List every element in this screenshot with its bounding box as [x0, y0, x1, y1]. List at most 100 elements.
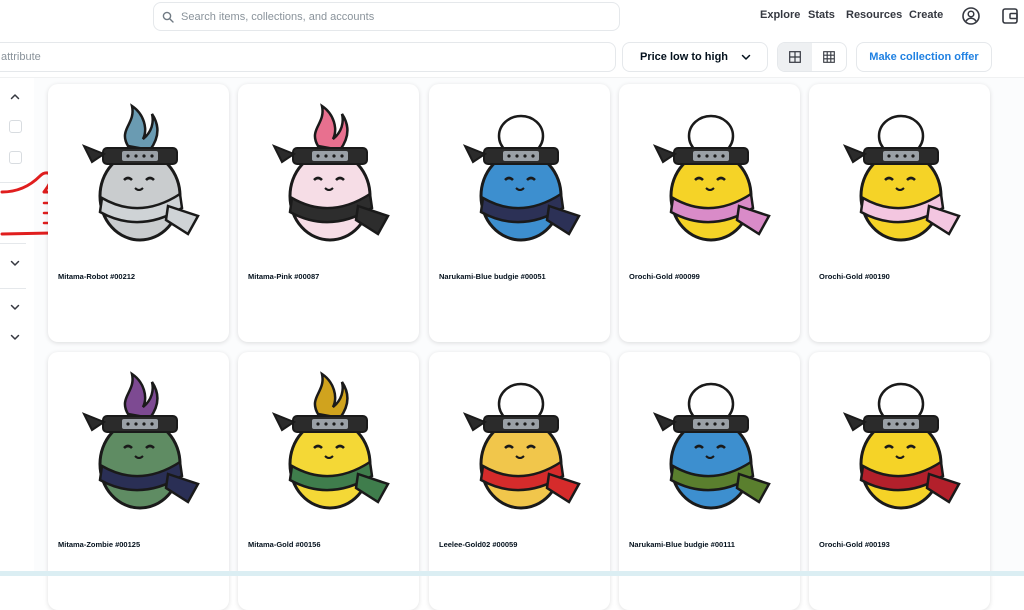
headband-tail-shape [462, 412, 488, 432]
nav-resources-link[interactable]: Resources [846, 9, 902, 21]
nft-item-name: Mitama-Pink #00087 [248, 272, 320, 281]
headband-dot [895, 422, 899, 426]
headband-dot [332, 154, 336, 158]
chevron-down-icon[interactable] [10, 302, 20, 312]
nft-item-image [652, 382, 771, 510]
headband-dot [887, 422, 891, 426]
egg-body-shape [288, 150, 372, 242]
nft-item-name: Orochi-Gold #00190 [819, 272, 890, 281]
headband-dot [332, 422, 336, 426]
headband-dot [911, 154, 915, 158]
headband-dot [697, 154, 701, 158]
egg-body-shape [288, 418, 372, 510]
headband-dot [507, 422, 511, 426]
headband-dot [713, 154, 717, 158]
filter-toolbar: attribute Price low to high Make collect… [0, 34, 1024, 78]
sort-dropdown[interactable]: Price low to high [622, 42, 768, 72]
headband-dot [705, 154, 709, 158]
egg-body-shape [98, 150, 182, 242]
make-collection-offer-button[interactable]: Make collection offer [856, 42, 992, 72]
headband-dot [150, 154, 154, 158]
egg-body-shape [859, 150, 943, 242]
headband-dot [903, 154, 907, 158]
grid-small-icon [823, 51, 835, 63]
headband-tail-shape [842, 412, 868, 432]
nft-item-image [652, 114, 771, 242]
filter-checkbox[interactable] [9, 151, 22, 164]
egg-body-shape [98, 418, 182, 510]
nft-item-card[interactable]: Orochi-Gold #00190 [809, 84, 990, 342]
headband-tail-shape [271, 144, 297, 164]
egg-body-shape [669, 418, 753, 510]
nft-item-card[interactable]: Orochi-Gold #00099 [619, 84, 800, 342]
chevron-down-icon[interactable] [10, 332, 20, 342]
search-input[interactable] [181, 10, 601, 23]
chevron-down-icon[interactable] [10, 258, 20, 268]
nft-item-image [81, 371, 200, 510]
attribute-search-placeholder: attribute [1, 51, 41, 63]
scarf-tail-shape [545, 472, 581, 504]
headband-dot [705, 422, 709, 426]
wallet-icon[interactable] [1000, 6, 1020, 26]
headband-dot [126, 154, 130, 158]
scarf-tail-shape [735, 472, 771, 504]
headband-dot [523, 154, 527, 158]
headband-dot [515, 422, 519, 426]
scarf-tail-shape [925, 472, 961, 504]
nft-item-image [462, 382, 581, 510]
filter-checkbox[interactable] [9, 120, 22, 133]
egg-body-shape [479, 418, 563, 510]
nft-item-name: Narukami-Blue budgie #00051 [439, 272, 546, 281]
attribute-search-field[interactable]: attribute [0, 42, 616, 72]
nft-item-card[interactable]: Mitama-Pink #00087 [238, 84, 419, 342]
sort-dropdown-label: Price low to high [640, 51, 729, 63]
small-grid-view-button[interactable] [812, 43, 846, 71]
headband-dot [316, 154, 320, 158]
headband-dot [150, 422, 154, 426]
headband-tail-shape [652, 412, 678, 432]
headband-dot [697, 422, 701, 426]
large-grid-view-button[interactable] [778, 43, 812, 71]
nav-stats-link[interactable]: Stats [808, 9, 835, 21]
headband-tail-shape [81, 144, 107, 164]
headband-dot [887, 154, 891, 158]
scarf-tail-shape [735, 204, 771, 236]
nft-item-name: Narukami-Blue budgie #00111 [629, 540, 735, 549]
headband-dot [126, 422, 130, 426]
headband-dot [523, 422, 527, 426]
egg-body-shape [479, 150, 563, 242]
headband-tail-shape [271, 412, 297, 432]
nft-item-name: Mitama-Zombie #00125 [58, 540, 141, 549]
headband-dot [316, 422, 320, 426]
nft-item-image [271, 103, 390, 242]
chevron-up-icon[interactable] [10, 92, 20, 102]
headband-dot [895, 154, 899, 158]
search-bar[interactable] [153, 2, 620, 31]
headband-tail-shape [842, 144, 868, 164]
scarf-tail-shape [354, 472, 390, 504]
nft-item-image [271, 371, 390, 510]
bottom-edge-strip [0, 571, 1024, 576]
scarf-tail-shape [925, 204, 961, 236]
headband-dot [903, 422, 907, 426]
flame-shape [313, 103, 349, 152]
nft-item-card[interactable]: Mitama-Robot #00212 [48, 84, 229, 342]
headband-dot [721, 422, 725, 426]
nft-item-image [842, 382, 961, 510]
sidebar-divider [0, 288, 26, 289]
flame-shape [123, 103, 159, 152]
headband-dot [340, 422, 344, 426]
nft-item-card[interactable]: Narukami-Blue budgie #00051 [429, 84, 610, 342]
nft-item-name: Orochi-Gold #00193 [819, 540, 890, 549]
headband-dot [340, 154, 344, 158]
headband-dot [911, 422, 915, 426]
profile-icon[interactable] [961, 6, 981, 26]
headband-dot [515, 154, 519, 158]
headband-dot [531, 154, 535, 158]
nav-create-link[interactable]: Create [909, 9, 943, 21]
make-collection-offer-label: Make collection offer [869, 51, 979, 63]
nav-explore-link[interactable]: Explore [760, 9, 800, 21]
headband-dot [324, 422, 328, 426]
nft-item-name: Mitama-Gold #00156 [248, 540, 321, 549]
view-toggle [777, 42, 847, 72]
